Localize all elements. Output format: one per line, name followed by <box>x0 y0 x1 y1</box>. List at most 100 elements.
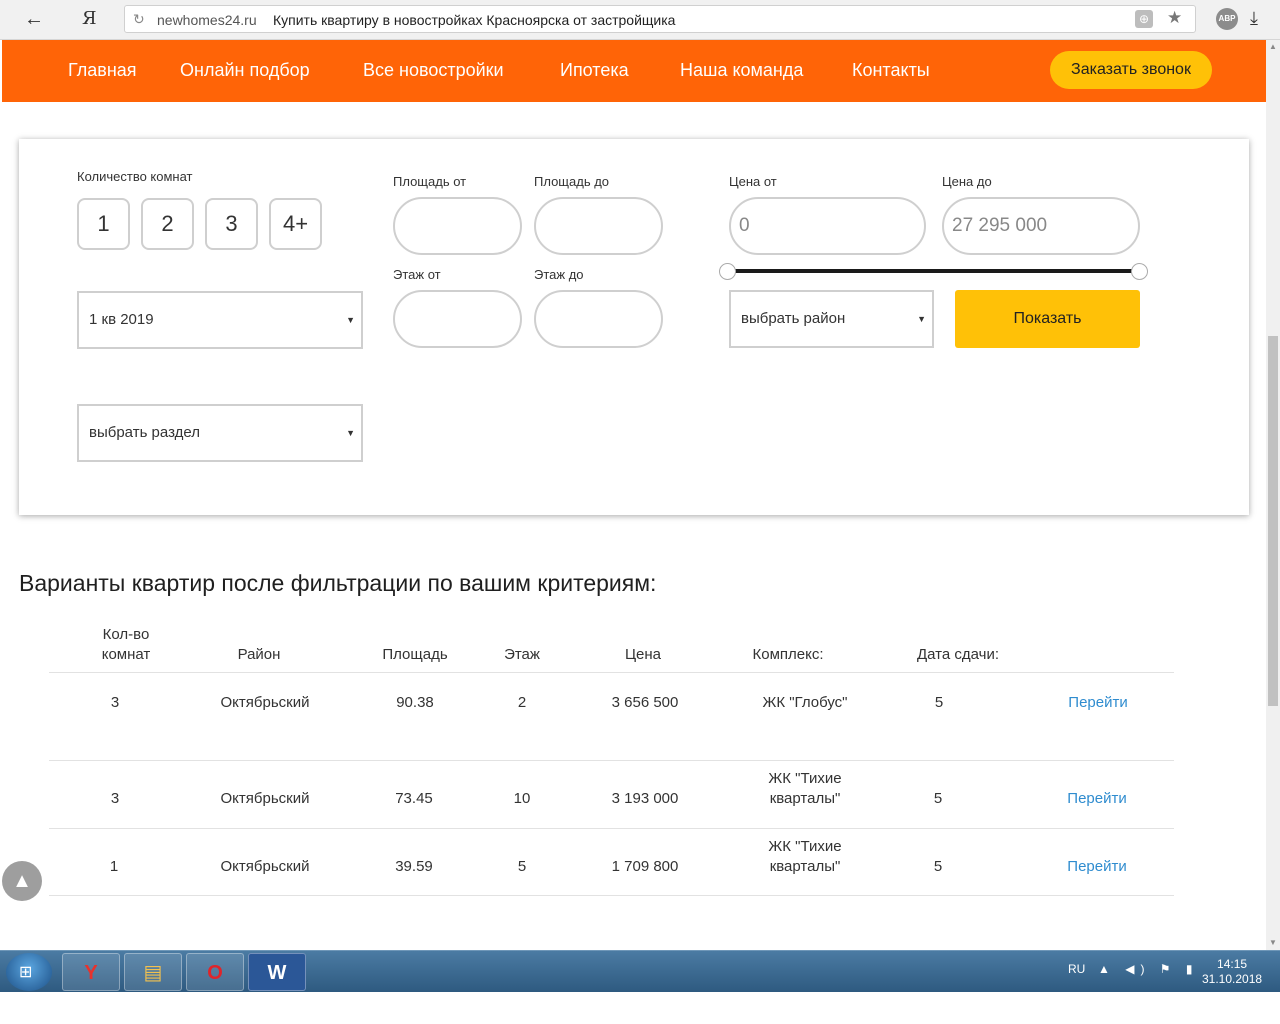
bookmark-star-icon[interactable]: ★ <box>1167 8 1182 28</box>
cell-district: Октябрьский <box>220 790 310 807</box>
windows-logo-icon: ⊞ <box>19 964 33 981</box>
header-price: Цена <box>624 646 662 663</box>
start-button[interactable]: ⊞ <box>6 953 52 991</box>
adblock-icon[interactable]: ABP <box>1216 8 1238 30</box>
taskbar-word[interactable]: W <box>248 953 306 991</box>
cell-completion-date: 5 <box>933 790 943 807</box>
cell-complex-line2: кварталы" <box>769 858 841 875</box>
price-slider-track[interactable] <box>727 269 1139 273</box>
results-title: Варианты квартир после фильтрации по ваш… <box>19 570 657 596</box>
cell-area: 90.38 <box>396 694 434 711</box>
quarter-select[interactable]: 1 кв 2019 ▼ <box>77 291 363 349</box>
cell-complex: ЖК "Тихие кварталы" <box>745 769 865 809</box>
page-title: Купить квартиру в новостройках Красноярс… <box>273 12 676 28</box>
cell-price: 1 709 800 <box>611 858 679 875</box>
table-row: 1 Октябрьский 39.59 5 1 709 800 ЖК "Тихи… <box>49 828 1174 896</box>
header-district: Район <box>237 646 281 663</box>
cell-district: Октябрьский <box>220 694 310 711</box>
floor-from-label: Этаж от <box>393 267 441 282</box>
cell-rooms: 3 <box>110 694 120 711</box>
cell-area: 39.59 <box>395 858 433 875</box>
nav-link-all-buildings[interactable]: Все новостройки <box>363 60 504 81</box>
download-icon[interactable]: ⤓ <box>1250 8 1258 29</box>
cell-area: 73.45 <box>395 790 433 807</box>
rooms-label: Количество комнат <box>77 169 193 184</box>
filter-panel: Количество комнат 1 2 3 4+ Площадь от Пл… <box>19 139 1249 515</box>
clock-date: 31.10.2018 <box>1202 972 1263 986</box>
table-row: 3 Октябрьский 90.38 2 3 656 500 ЖК "Глоб… <box>49 672 1174 720</box>
header-complex: Комплекс: <box>752 646 824 663</box>
go-link[interactable]: Перейти <box>1057 789 1137 809</box>
room-button-3[interactable]: 3 <box>205 198 258 250</box>
nav-link-online-selection[interactable]: Онлайн подбор <box>180 60 310 81</box>
cell-rooms: 3 <box>110 790 120 807</box>
chevron-down-icon: ▼ <box>346 428 355 438</box>
cell-floor: 2 <box>517 694 527 711</box>
show-results-button[interactable]: Показать <box>955 290 1140 348</box>
cell-completion-date: 5 <box>933 858 943 875</box>
room-button-2[interactable]: 2 <box>141 198 194 250</box>
price-slider-max-handle[interactable] <box>1131 263 1148 280</box>
go-link[interactable]: Перейти <box>1058 693 1138 713</box>
floor-to-input[interactable] <box>534 290 663 348</box>
translate-icon[interactable]: ⊕ <box>1135 10 1153 28</box>
cell-floor: 5 <box>517 858 527 875</box>
chevron-down-icon: ▼ <box>917 314 926 324</box>
table-row: 3 Октябрьский 73.45 10 3 193 000 ЖК "Тих… <box>49 760 1174 828</box>
cell-complex-line1: ЖК "Тихие <box>768 838 842 855</box>
price-slider-min-handle[interactable] <box>719 263 736 280</box>
taskbar-opera[interactable]: O <box>186 953 244 991</box>
nav-link-home[interactable]: Главная <box>68 60 137 81</box>
language-indicator[interactable]: RU <box>1068 962 1085 976</box>
section-select-value: выбрать раздел <box>89 424 200 441</box>
cell-floor: 10 <box>513 790 531 807</box>
floor-from-input[interactable] <box>393 290 522 348</box>
room-button-4-plus[interactable]: 4+ <box>269 198 322 250</box>
area-from-label: Площадь от <box>393 174 467 189</box>
nav-link-team[interactable]: Наша команда <box>680 60 803 81</box>
cell-completion-date: 5 <box>934 694 944 711</box>
floor-to-label: Этаж до <box>534 267 584 282</box>
price-from-input[interactable]: 0 <box>729 197 926 255</box>
taskbar-file-explorer[interactable]: ▤ <box>124 953 182 991</box>
go-link[interactable]: Перейти <box>1057 857 1137 877</box>
page-scrollbar[interactable]: ▲ ▼ <box>1266 40 1280 950</box>
price-to-input[interactable]: 27 295 000 <box>942 197 1140 255</box>
cell-complex-line1: ЖК "Тихие <box>768 770 842 787</box>
price-to-label: Цена до <box>942 174 992 189</box>
yandex-logo-icon[interactable]: Я <box>82 8 98 30</box>
nav-link-contacts[interactable]: Контакты <box>852 60 930 81</box>
scroll-to-top-button[interactable]: ▲ <box>2 861 42 901</box>
url-domain: newhomes24.ru <box>157 12 257 28</box>
cell-complex: ЖК "Тихие кварталы" <box>745 837 865 877</box>
scrollbar-thumb[interactable] <box>1268 336 1278 706</box>
address-bar[interactable]: ↻ newhomes24.ru Купить квартиру в новост… <box>124 5 1196 33</box>
district-select[interactable]: выбрать район ▼ <box>729 290 934 348</box>
system-tray-icons[interactable]: ▲ ◀) ⚑ ▮ <box>1098 962 1198 976</box>
page-viewport: Главная Онлайн подбор Все новостройки Ип… <box>0 40 1280 950</box>
main-navigation: Главная Онлайн подбор Все новостройки Ип… <box>2 40 1266 102</box>
header-floor: Этаж <box>504 646 540 663</box>
area-from-input[interactable] <box>393 197 522 255</box>
area-to-input[interactable] <box>534 197 663 255</box>
district-select-value: выбрать район <box>741 310 846 327</box>
system-clock[interactable]: 14:15 31.10.2018 <box>1202 957 1262 987</box>
clock-time: 14:15 <box>1217 957 1248 971</box>
order-callback-button[interactable]: Заказать звонок <box>1050 51 1212 89</box>
chevron-down-icon: ▼ <box>346 315 355 325</box>
scroll-down-arrow-icon[interactable]: ▼ <box>1266 936 1280 950</box>
header-rooms: Кол-во комнат <box>86 625 166 665</box>
scroll-up-arrow-icon[interactable]: ▲ <box>1266 40 1280 54</box>
cell-district: Октябрьский <box>220 858 310 875</box>
cell-complex: ЖК "Глобус" <box>762 694 848 711</box>
back-button[interactable]: ← <box>22 8 46 30</box>
section-select[interactable]: выбрать раздел ▼ <box>77 404 363 462</box>
price-from-label: Цена от <box>729 174 777 189</box>
area-to-label: Площадь до <box>534 174 610 189</box>
nav-link-mortgage[interactable]: Ипотека <box>560 60 629 81</box>
quarter-select-value: 1 кв 2019 <box>89 311 154 328</box>
room-button-1[interactable]: 1 <box>77 198 130 250</box>
taskbar-yandex-browser[interactable]: Y <box>62 953 120 991</box>
reload-icon[interactable]: ↻ <box>133 11 145 28</box>
windows-taskbar: ⊞ Y ▤ O W RU ▲ ◀) ⚑ ▮ 14:15 31.10.2018 <box>0 950 1280 992</box>
